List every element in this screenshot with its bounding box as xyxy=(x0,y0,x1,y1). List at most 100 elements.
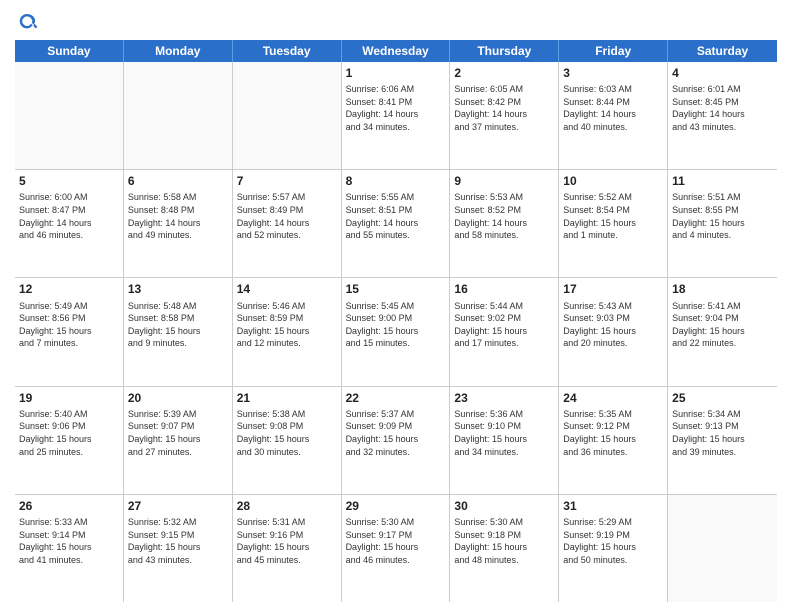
calendar-cell: 5Sunrise: 6:00 AMSunset: 8:47 PMDaylight… xyxy=(15,170,124,277)
calendar: SundayMondayTuesdayWednesdayThursdayFrid… xyxy=(15,40,777,602)
cell-line: Sunrise: 5:32 AM xyxy=(128,516,228,529)
day-number: 18 xyxy=(672,281,773,297)
cell-line: and 36 minutes. xyxy=(563,446,663,459)
cell-line: Sunset: 9:09 PM xyxy=(346,420,446,433)
cell-line: and 9 minutes. xyxy=(128,337,228,350)
cell-line: Sunset: 8:56 PM xyxy=(19,312,119,325)
header-sunday: Sunday xyxy=(15,40,124,62)
day-number: 29 xyxy=(346,498,446,514)
cell-line: and 34 minutes. xyxy=(454,446,554,459)
cell-line: Sunset: 9:17 PM xyxy=(346,529,446,542)
cell-line: Daylight: 15 hours xyxy=(19,433,119,446)
calendar-cell: 9Sunrise: 5:53 AMSunset: 8:52 PMDaylight… xyxy=(450,170,559,277)
calendar-cell: 6Sunrise: 5:58 AMSunset: 8:48 PMDaylight… xyxy=(124,170,233,277)
day-number: 9 xyxy=(454,173,554,189)
cell-line: and 45 minutes. xyxy=(237,554,337,567)
cell-line: and 50 minutes. xyxy=(563,554,663,567)
cell-line: Sunrise: 5:52 AM xyxy=(563,191,663,204)
cell-line: Daylight: 14 hours xyxy=(563,108,663,121)
cell-line: Daylight: 15 hours xyxy=(128,325,228,338)
calendar-row-3: 19Sunrise: 5:40 AMSunset: 9:06 PMDayligh… xyxy=(15,387,777,495)
cell-line: Daylight: 15 hours xyxy=(128,541,228,554)
cell-line: Daylight: 15 hours xyxy=(454,433,554,446)
day-number: 6 xyxy=(128,173,228,189)
calendar-cell: 12Sunrise: 5:49 AMSunset: 8:56 PMDayligh… xyxy=(15,278,124,385)
cell-line: Sunrise: 5:39 AM xyxy=(128,408,228,421)
day-number: 7 xyxy=(237,173,337,189)
cell-line: Sunset: 9:13 PM xyxy=(672,420,773,433)
cell-line: Sunset: 9:03 PM xyxy=(563,312,663,325)
cell-line: Sunset: 8:58 PM xyxy=(128,312,228,325)
calendar-cell: 10Sunrise: 5:52 AMSunset: 8:54 PMDayligh… xyxy=(559,170,668,277)
cell-line: and 48 minutes. xyxy=(454,554,554,567)
cell-line: and 22 minutes. xyxy=(672,337,773,350)
cell-line: and 52 minutes. xyxy=(237,229,337,242)
day-number: 8 xyxy=(346,173,446,189)
day-number: 20 xyxy=(128,390,228,406)
cell-line: and 1 minute. xyxy=(563,229,663,242)
day-number: 2 xyxy=(454,65,554,81)
cell-line: Sunrise: 6:01 AM xyxy=(672,83,773,96)
cell-line: Sunset: 8:45 PM xyxy=(672,96,773,109)
cell-line: Sunrise: 5:29 AM xyxy=(563,516,663,529)
calendar-cell: 15Sunrise: 5:45 AMSunset: 9:00 PMDayligh… xyxy=(342,278,451,385)
cell-line: Sunrise: 6:03 AM xyxy=(563,83,663,96)
cell-line: Sunset: 9:07 PM xyxy=(128,420,228,433)
cell-line: Sunset: 9:08 PM xyxy=(237,420,337,433)
cell-line: Sunrise: 5:57 AM xyxy=(237,191,337,204)
cell-line: and 17 minutes. xyxy=(454,337,554,350)
cell-line: Daylight: 15 hours xyxy=(672,325,773,338)
header-wednesday: Wednesday xyxy=(342,40,451,62)
cell-line: Sunrise: 5:30 AM xyxy=(454,516,554,529)
cell-line: and 30 minutes. xyxy=(237,446,337,459)
cell-line: Daylight: 15 hours xyxy=(563,217,663,230)
calendar-row-1: 5Sunrise: 6:00 AMSunset: 8:47 PMDaylight… xyxy=(15,170,777,278)
cell-line: Sunset: 9:12 PM xyxy=(563,420,663,433)
cell-line: and 46 minutes. xyxy=(19,229,119,242)
day-number: 30 xyxy=(454,498,554,514)
cell-line: Sunrise: 5:30 AM xyxy=(346,516,446,529)
cell-line: and 41 minutes. xyxy=(19,554,119,567)
day-number: 14 xyxy=(237,281,337,297)
calendar-cell: 28Sunrise: 5:31 AMSunset: 9:16 PMDayligh… xyxy=(233,495,342,602)
calendar-cell xyxy=(124,62,233,169)
logo-icon xyxy=(15,10,39,34)
cell-line: Sunrise: 5:45 AM xyxy=(346,300,446,313)
cell-line: and 37 minutes. xyxy=(454,121,554,134)
cell-line: Sunset: 8:52 PM xyxy=(454,204,554,217)
cell-line: Sunrise: 5:48 AM xyxy=(128,300,228,313)
cell-line: Sunrise: 5:38 AM xyxy=(237,408,337,421)
header-saturday: Saturday xyxy=(668,40,777,62)
calendar-cell: 19Sunrise: 5:40 AMSunset: 9:06 PMDayligh… xyxy=(15,387,124,494)
cell-line: and 46 minutes. xyxy=(346,554,446,567)
calendar-cell: 13Sunrise: 5:48 AMSunset: 8:58 PMDayligh… xyxy=(124,278,233,385)
cell-line: Sunset: 9:14 PM xyxy=(19,529,119,542)
calendar-cell: 8Sunrise: 5:55 AMSunset: 8:51 PMDaylight… xyxy=(342,170,451,277)
cell-line: Sunrise: 6:06 AM xyxy=(346,83,446,96)
cell-line: Daylight: 15 hours xyxy=(454,541,554,554)
calendar-cell: 26Sunrise: 5:33 AMSunset: 9:14 PMDayligh… xyxy=(15,495,124,602)
calendar-cell: 23Sunrise: 5:36 AMSunset: 9:10 PMDayligh… xyxy=(450,387,559,494)
cell-line: Daylight: 15 hours xyxy=(672,433,773,446)
cell-line: Sunset: 9:18 PM xyxy=(454,529,554,542)
cell-line: Daylight: 15 hours xyxy=(563,541,663,554)
calendar-cell: 27Sunrise: 5:32 AMSunset: 9:15 PMDayligh… xyxy=(124,495,233,602)
cell-line: Sunrise: 5:35 AM xyxy=(563,408,663,421)
header-monday: Monday xyxy=(124,40,233,62)
calendar-cell: 18Sunrise: 5:41 AMSunset: 9:04 PMDayligh… xyxy=(668,278,777,385)
calendar-cell: 16Sunrise: 5:44 AMSunset: 9:02 PMDayligh… xyxy=(450,278,559,385)
day-number: 4 xyxy=(672,65,773,81)
cell-line: Daylight: 14 hours xyxy=(346,217,446,230)
cell-line: and 20 minutes. xyxy=(563,337,663,350)
calendar-cell: 4Sunrise: 6:01 AMSunset: 8:45 PMDaylight… xyxy=(668,62,777,169)
cell-line: and 12 minutes. xyxy=(237,337,337,350)
day-number: 12 xyxy=(19,281,119,297)
cell-line: and 55 minutes. xyxy=(346,229,446,242)
cell-line: Daylight: 15 hours xyxy=(346,433,446,446)
cell-line: Daylight: 14 hours xyxy=(237,217,337,230)
calendar-header: SundayMondayTuesdayWednesdayThursdayFrid… xyxy=(15,40,777,62)
cell-line: Sunrise: 5:58 AM xyxy=(128,191,228,204)
cell-line: Sunrise: 5:37 AM xyxy=(346,408,446,421)
cell-line: Sunset: 8:55 PM xyxy=(672,204,773,217)
day-number: 5 xyxy=(19,173,119,189)
